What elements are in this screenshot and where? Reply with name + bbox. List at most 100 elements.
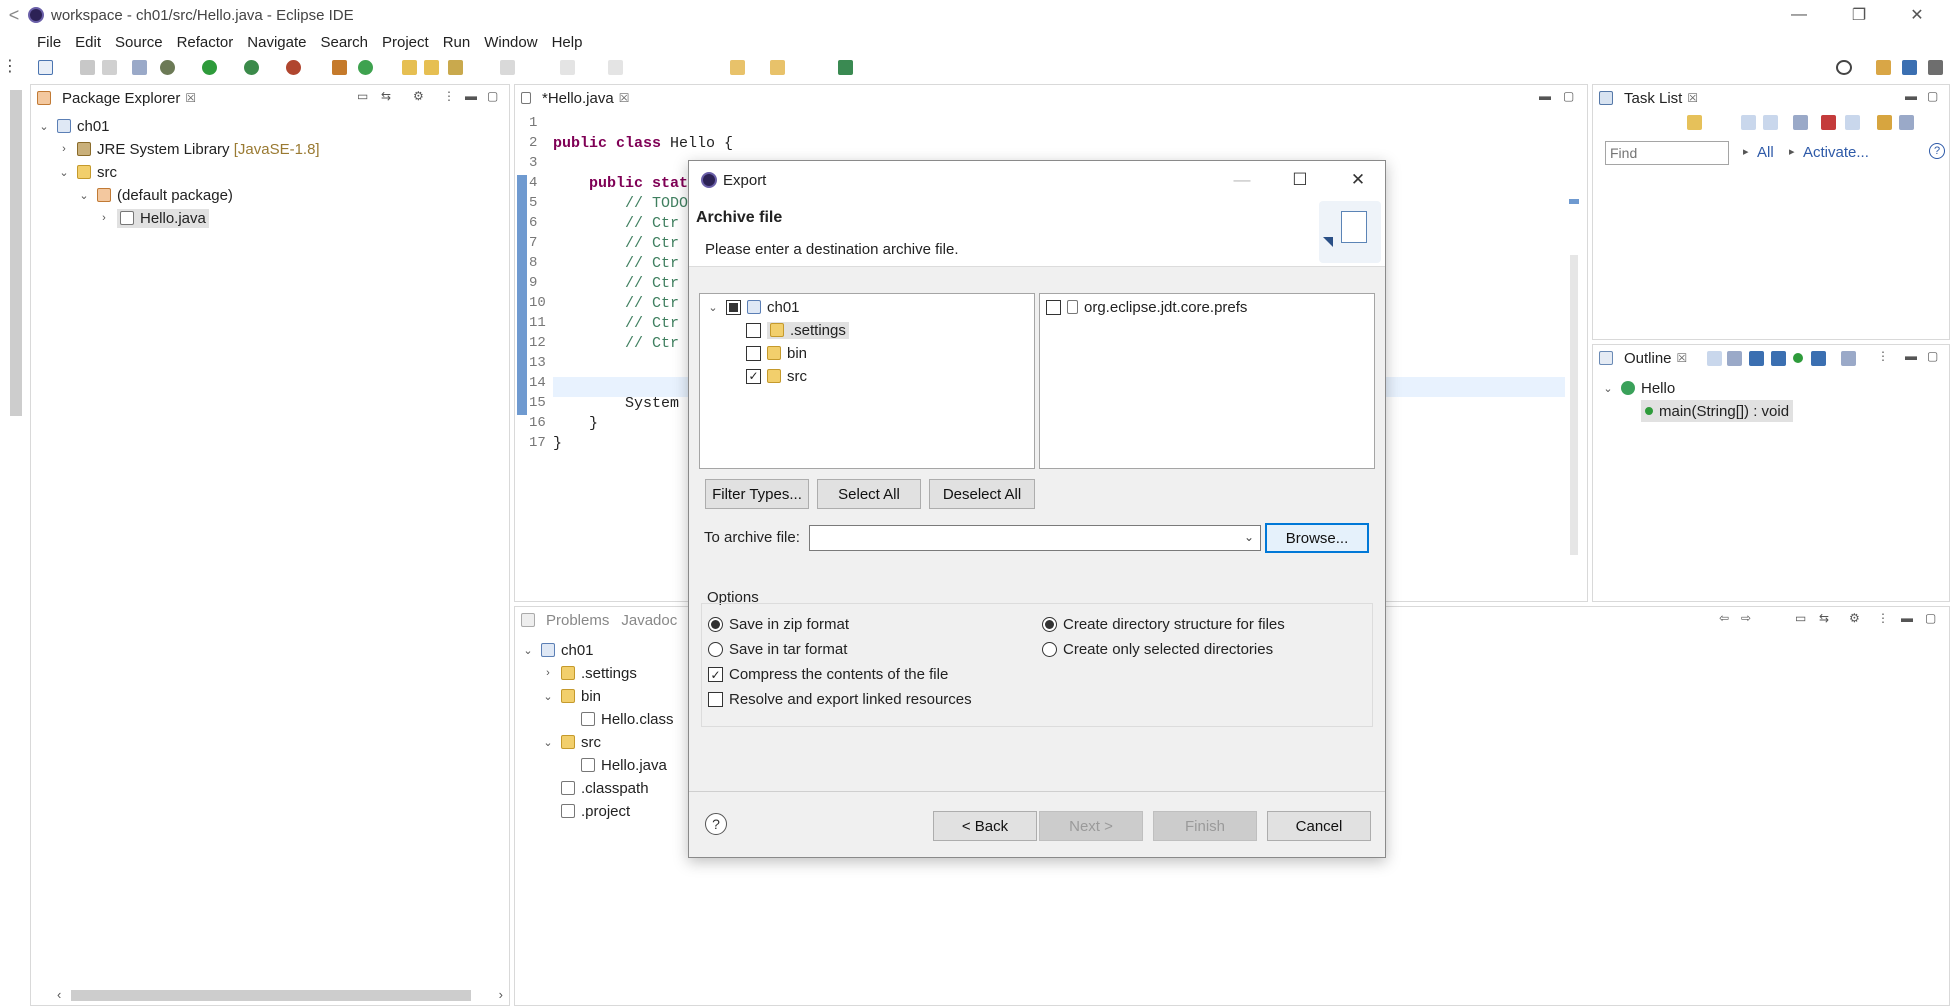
hide-fields-icon[interactable] (1749, 351, 1764, 366)
external-tools-icon[interactable] (286, 60, 301, 75)
checkbox[interactable] (708, 692, 723, 707)
compress-checkbox[interactable]: ✓ Compress the contents of the file (708, 666, 948, 683)
tree-item-hello-java[interactable]: › Hello.java (97, 207, 209, 229)
tree-item-hello-java[interactable]: Hello.java (581, 754, 667, 776)
sort-icon[interactable] (1727, 351, 1742, 366)
open-perspective-icon[interactable] (1876, 60, 1891, 75)
editor-tab-hello-java[interactable]: *Hello.java ☒ (515, 89, 636, 107)
tree-item-hello-class[interactable]: Hello.class (581, 708, 674, 730)
hide-local-types-icon[interactable] (1811, 351, 1826, 366)
close-button[interactable]: ✕ (1888, 0, 1946, 30)
menu-help[interactable]: Help (545, 34, 590, 51)
task-list-tab[interactable]: Task List ☒ (1593, 90, 1704, 107)
package-explorer-tab[interactable]: Package Explorer ☒ (31, 85, 509, 111)
back-nav-icon[interactable] (730, 60, 745, 75)
back-button[interactable]: < Back (933, 811, 1037, 841)
selected-dirs-radio[interactable]: Create only selected directories (1042, 641, 1273, 658)
next-annotation-icon[interactable] (608, 60, 623, 75)
resolve-linked-checkbox[interactable]: Resolve and export linked resources (708, 691, 972, 708)
chevron-down-icon[interactable]: ⌄ (57, 166, 71, 179)
all-tasks-link[interactable]: All (1757, 144, 1774, 161)
scrollbar-thumb[interactable] (1570, 255, 1578, 555)
collapse-all-icon[interactable]: ▭ (1795, 611, 1806, 625)
zip-format-radio[interactable]: Save in zip format (708, 616, 849, 633)
radio-selected[interactable] (708, 617, 723, 632)
checkbox-checked[interactable]: ✓ (746, 368, 761, 384)
activate-link[interactable]: Activate... (1803, 144, 1869, 161)
scheduled-icon[interactable] (1763, 115, 1778, 130)
resource-file-list[interactable]: org.eclipse.jdt.core.prefs (1039, 293, 1375, 469)
link-editor-icon[interactable]: ⇆ (1819, 611, 1829, 625)
search-tool-icon[interactable] (448, 60, 463, 75)
checkbox[interactable] (746, 345, 761, 361)
checkbox-partial[interactable] (726, 299, 741, 315)
forward-nav-icon[interactable] (770, 60, 785, 75)
show-whitespace-icon[interactable] (560, 60, 575, 75)
maximize-view-icon[interactable]: ▢ (487, 89, 498, 103)
run-icon[interactable] (202, 60, 217, 75)
save-icon[interactable] (80, 60, 95, 75)
dialog-close-button[interactable]: ✕ (1329, 161, 1387, 199)
deselect-all-button[interactable]: Deselect All (929, 479, 1035, 509)
coverage-icon[interactable] (244, 60, 259, 75)
scroll-right-icon[interactable]: › (499, 987, 503, 1002)
menu-edit[interactable]: Edit (68, 34, 108, 51)
view-menu-icon[interactable] (1899, 115, 1914, 130)
tree-item-project[interactable]: .project (561, 800, 630, 822)
checkbox-checked[interactable]: ✓ (708, 667, 723, 682)
back-icon[interactable]: < (0, 5, 28, 26)
chevron-down-icon[interactable]: ⌄ (706, 301, 720, 314)
next-button[interactable]: Next > (1039, 811, 1143, 841)
editor-vertical-scrollbar[interactable] (1567, 115, 1581, 565)
tree-item-src[interactable]: ✓ src (746, 365, 807, 387)
hide-completed-icon[interactable] (1821, 115, 1836, 130)
outline-tab[interactable]: Outline ☒ (1593, 350, 1693, 367)
focus-icon[interactable] (1841, 351, 1856, 366)
help-icon[interactable]: ? (1929, 143, 1945, 159)
tree-item-settings[interactable]: .settings (746, 319, 849, 341)
chevron-down-icon[interactable]: ⌄ (1244, 530, 1254, 544)
menu-project[interactable]: Project (375, 34, 436, 51)
view-menu-icon[interactable]: ⋮ (443, 89, 455, 103)
menu-file[interactable]: File (30, 34, 68, 51)
checkbox[interactable] (746, 322, 761, 338)
horizontal-scrollbar[interactable]: ‹ › (55, 987, 507, 1003)
tree-item-classpath[interactable]: .classpath (561, 777, 649, 799)
resource-tree[interactable]: ⌄ ch01 .settings bin ✓ src (699, 293, 1035, 469)
scrollbar-thumb[interactable] (71, 990, 471, 1001)
task-find-input[interactable] (1605, 141, 1729, 165)
scroll-left-icon[interactable]: ‹ (57, 987, 61, 1002)
file-item-prefs[interactable]: org.eclipse.jdt.core.prefs (1046, 296, 1247, 318)
save-all-icon[interactable] (102, 60, 117, 75)
minimize-view-icon[interactable]: ▬ (1905, 89, 1917, 103)
hide-nonpublic-icon[interactable] (1793, 353, 1803, 363)
close-tab-icon[interactable]: ☒ (185, 91, 196, 105)
restore-button[interactable]: ❐ (1830, 0, 1888, 30)
maximize-view-icon[interactable]: ▢ (1925, 611, 1936, 625)
chevron-down-icon[interactable]: ⌄ (541, 736, 555, 749)
archive-file-combo[interactable]: ⌄ (809, 525, 1261, 551)
link-editor-icon[interactable]: ⇆ (381, 89, 391, 103)
view-menu-icon[interactable]: ⋮ (1877, 349, 1889, 363)
maximize-view-icon[interactable]: ▢ (1927, 349, 1938, 363)
close-tab-icon[interactable]: ☒ (1687, 91, 1698, 105)
radio[interactable] (1042, 642, 1057, 657)
minimize-view-icon[interactable]: ▬ (1901, 611, 1913, 625)
sync-icon[interactable] (1877, 115, 1892, 130)
chevron-right-icon[interactable]: › (97, 212, 111, 224)
debug-icon[interactable] (160, 60, 175, 75)
forward-nav-icon[interactable]: ⇨ (1741, 611, 1751, 625)
dialog-minimize-button[interactable]: — (1213, 161, 1271, 199)
tree-item-bin[interactable]: bin (746, 342, 807, 364)
tree-item-settings[interactable]: › .settings (541, 662, 637, 684)
outline-class-hello[interactable]: ⌄ Hello (1601, 377, 1675, 399)
menu-window[interactable]: Window (477, 34, 544, 51)
checkbox[interactable] (1046, 299, 1061, 315)
chevron-down-icon[interactable]: ⌄ (37, 120, 51, 133)
new-class-icon[interactable] (358, 60, 373, 75)
select-all-button[interactable]: Select All (817, 479, 921, 509)
close-tab-icon[interactable]: ☒ (619, 91, 630, 105)
menu-run[interactable]: Run (436, 34, 478, 51)
open-console-icon[interactable] (838, 60, 853, 75)
chevron-down-icon[interactable]: ⌄ (1601, 382, 1615, 395)
